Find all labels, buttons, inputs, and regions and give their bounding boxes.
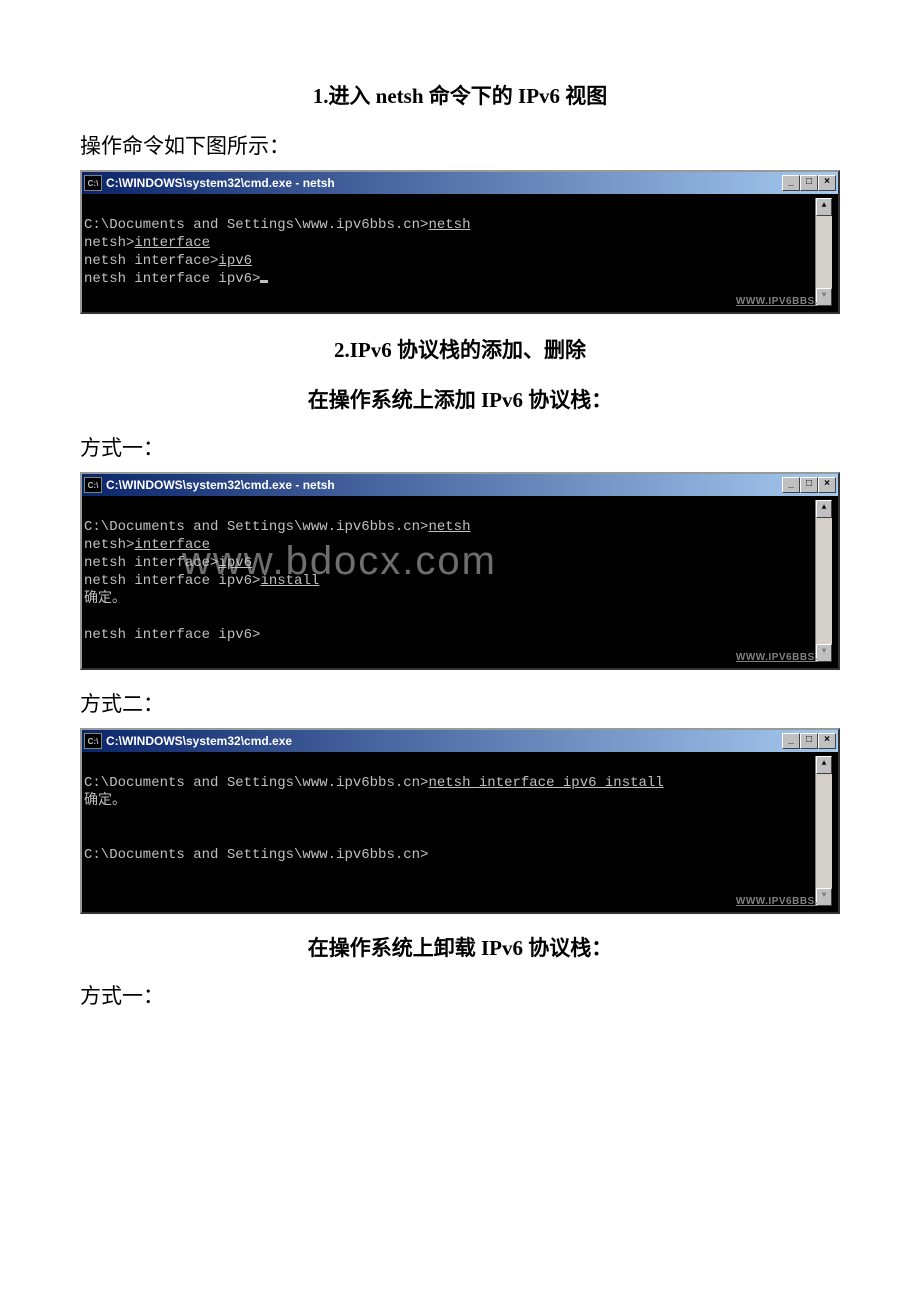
command: ipv6 xyxy=(218,555,252,571)
prompt: C:\Documents and Settings\www.ipv6bbs.cn… xyxy=(84,847,428,863)
scroll-up-icon[interactable]: ▲ xyxy=(816,500,832,518)
terminal-text: C:\Documents and Settings\www.ipv6bbs.cn… xyxy=(82,198,815,306)
title-bar: C:\ C:\WINDOWS\system32\cmd.exe _ □ × xyxy=(82,730,838,752)
window-title: C:\WINDOWS\system32\cmd.exe - netsh xyxy=(106,176,335,190)
terminal-window-1: C:\ C:\WINDOWS\system32\cmd.exe - netsh … xyxy=(80,170,840,314)
terminal-body: C:\Documents and Settings\www.ipv6bbs.cn… xyxy=(82,752,838,912)
prompt: netsh interface> xyxy=(84,555,218,571)
scroll-up-icon[interactable]: ▲ xyxy=(816,756,832,774)
document-page: 1.进入 netsh 命令下的 IPv6 视图 操作命令如下图所示： C:\ C… xyxy=(0,0,920,1080)
window-title: C:\WINDOWS\system32\cmd.exe xyxy=(106,734,292,748)
maximize-button[interactable]: □ xyxy=(800,733,818,749)
scrollbar-track[interactable]: ▼ xyxy=(816,774,832,906)
watermark-footer: WWW.IPV6BBS. xyxy=(736,893,818,911)
section-2-sub-add: 在操作系统上添加 IPv6 协议栈： xyxy=(80,384,840,414)
prompt: C:\Documents and Settings\www.ipv6bbs.cn… xyxy=(84,519,428,535)
command: ipv6 xyxy=(218,253,252,269)
prompt: netsh> xyxy=(84,537,134,553)
method-1-label: 方式一： xyxy=(80,432,840,462)
method-2-label: 方式二： xyxy=(80,688,840,718)
prompt: C:\Documents and Settings\www.ipv6bbs.cn… xyxy=(84,217,428,233)
command: install xyxy=(260,573,319,589)
maximize-button[interactable]: □ xyxy=(800,477,818,493)
prompt: netsh interface ipv6> xyxy=(84,271,260,287)
minimize-button[interactable]: _ xyxy=(782,733,800,749)
prompt: netsh interface ipv6> xyxy=(84,573,260,589)
cmd-icon: C:\ xyxy=(84,733,102,749)
minimize-button[interactable]: _ xyxy=(782,175,800,191)
terminal-window-2: C:\ C:\WINDOWS\system32\cmd.exe - netsh … xyxy=(80,472,840,670)
terminal-body: www.bdocx.com C:\Documents and Settings\… xyxy=(82,496,838,668)
cmd-icon: C:\ xyxy=(84,477,102,493)
output-line: 确定。 xyxy=(84,591,126,607)
scrollbar[interactable]: ▲ ▼ xyxy=(815,198,832,306)
output-line: 确定。 xyxy=(84,793,126,809)
scrollbar[interactable]: ▲ ▼ xyxy=(815,756,832,906)
prompt: netsh interface ipv6> xyxy=(84,627,260,643)
terminal-text: C:\Documents and Settings\www.ipv6bbs.cn… xyxy=(82,500,815,662)
command: netsh interface ipv6 install xyxy=(428,775,663,791)
scroll-up-icon[interactable]: ▲ xyxy=(816,198,832,216)
scroll-down-icon[interactable]: ▼ xyxy=(816,288,832,306)
command: netsh xyxy=(428,217,470,233)
title-bar-left: C:\ C:\WINDOWS\system32\cmd.exe - netsh xyxy=(84,175,335,191)
scroll-down-icon[interactable]: ▼ xyxy=(816,888,832,906)
section-3-sub-remove: 在操作系统上卸载 IPv6 协议栈： xyxy=(80,932,840,962)
watermark-footer: WWW.IPV6BBS. xyxy=(736,293,818,311)
title-bar-left: C:\ C:\WINDOWS\system32\cmd.exe - netsh xyxy=(84,477,335,493)
title-bar: C:\ C:\WINDOWS\system32\cmd.exe - netsh … xyxy=(82,172,838,194)
window-title: C:\WINDOWS\system32\cmd.exe - netsh xyxy=(106,478,335,492)
prompt: netsh interface> xyxy=(84,253,218,269)
method-1-label-remove: 方式一： xyxy=(80,980,840,1010)
terminal-window-3: C:\ C:\WINDOWS\system32\cmd.exe _ □ × C:… xyxy=(80,728,840,914)
scroll-down-icon[interactable]: ▼ xyxy=(816,644,832,662)
window-controls: _ □ × xyxy=(782,733,836,749)
minimize-button[interactable]: _ xyxy=(782,477,800,493)
close-button[interactable]: × xyxy=(818,477,836,493)
title-bar-left: C:\ C:\WINDOWS\system32\cmd.exe xyxy=(84,733,292,749)
cursor-icon xyxy=(260,280,268,283)
command: interface xyxy=(134,235,210,251)
section-1-intro: 操作命令如下图所示： xyxy=(80,130,840,160)
scrollbar-track[interactable]: ▼ xyxy=(816,216,832,306)
scrollbar-track[interactable]: ▼ xyxy=(816,518,832,662)
title-bar: C:\ C:\WINDOWS\system32\cmd.exe - netsh … xyxy=(82,474,838,496)
prompt: C:\Documents and Settings\www.ipv6bbs.cn… xyxy=(84,775,428,791)
prompt: netsh> xyxy=(84,235,134,251)
terminal-text: C:\Documents and Settings\www.ipv6bbs.cn… xyxy=(82,756,815,906)
watermark-footer: WWW.IPV6BBS. xyxy=(736,649,818,667)
section-2-heading: 2.IPv6 协议栈的添加、删除 xyxy=(80,334,840,364)
command: netsh xyxy=(428,519,470,535)
section-1-heading: 1.进入 netsh 命令下的 IPv6 视图 xyxy=(80,80,840,110)
command: interface xyxy=(134,537,210,553)
cmd-icon: C:\ xyxy=(84,175,102,191)
close-button[interactable]: × xyxy=(818,733,836,749)
scrollbar[interactable]: ▲ ▼ xyxy=(815,500,832,662)
window-controls: _ □ × xyxy=(782,175,836,191)
window-controls: _ □ × xyxy=(782,477,836,493)
close-button[interactable]: × xyxy=(818,175,836,191)
terminal-body: C:\Documents and Settings\www.ipv6bbs.cn… xyxy=(82,194,838,312)
maximize-button[interactable]: □ xyxy=(800,175,818,191)
